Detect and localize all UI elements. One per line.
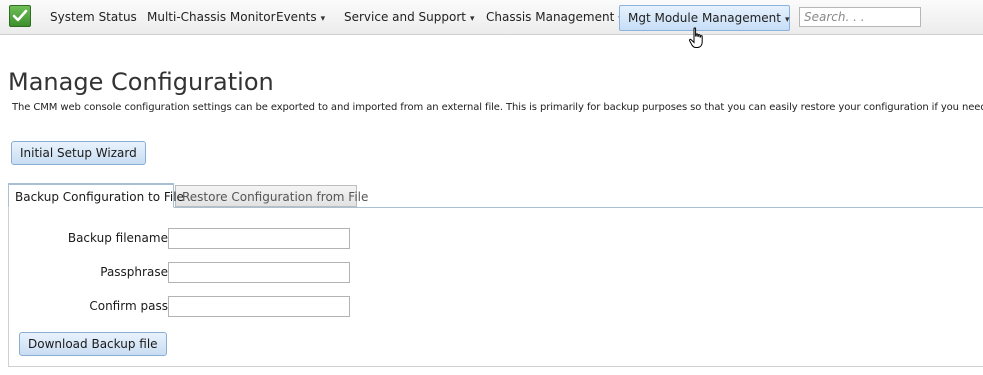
nav-multi-chassis-monitor-label: Multi-Chassis Monitor [147, 10, 276, 24]
initial-setup-wizard-button[interactable]: Initial Setup Wizard [11, 141, 146, 165]
confirm-pass-label: Confirm pass: [89, 299, 172, 313]
chevron-down-icon: ▾ [320, 14, 326, 24]
nav-chassis-management-label: Chassis Management [486, 10, 615, 24]
nav-chassis-management[interactable]: Chassis Management▾ [486, 5, 623, 31]
backup-filename-label: Backup filename: [67, 231, 172, 245]
top-navbar: System Status Multi-Chassis Monitor Even… [0, 0, 983, 35]
hand-pointer-cursor-icon [688, 27, 703, 48]
passphrase-label: Passphrase: [100, 265, 172, 279]
tab-restore-configuration[interactable]: Restore Configuration from File [175, 185, 368, 207]
chevron-down-icon: ▾ [470, 14, 475, 24]
nav-mgt-module-management-label: Mgt Module Management [628, 11, 781, 25]
nav-service-and-support-label: Service and Support [344, 10, 466, 24]
nav-multi-chassis-monitor[interactable]: Multi-Chassis Monitor [147, 5, 276, 31]
nav-system-status[interactable]: System Status [50, 5, 137, 31]
chevron-down-icon: ▾ [785, 15, 790, 25]
nav-events-label: Events [276, 10, 317, 24]
page-description: The CMM web console configuration settin… [12, 102, 983, 113]
backup-filename-input[interactable] [168, 228, 350, 249]
page-title: Manage Configuration [8, 68, 274, 96]
passphrase-input[interactable] [168, 262, 350, 283]
check-icon [12, 9, 28, 22]
nav-service-and-support[interactable]: Service and Support ▾ [344, 5, 475, 31]
nav-system-status-label: System Status [50, 10, 137, 24]
nav-events[interactable]: Events ▾ [276, 5, 325, 31]
download-backup-file-button[interactable]: Download Backup file [19, 332, 167, 356]
search-input[interactable] [799, 7, 921, 27]
confirm-pass-input[interactable] [168, 296, 350, 317]
status-ok-check-icon[interactable] [9, 5, 31, 27]
tab-backup-configuration[interactable]: Backup Configuration to File [8, 183, 184, 208]
